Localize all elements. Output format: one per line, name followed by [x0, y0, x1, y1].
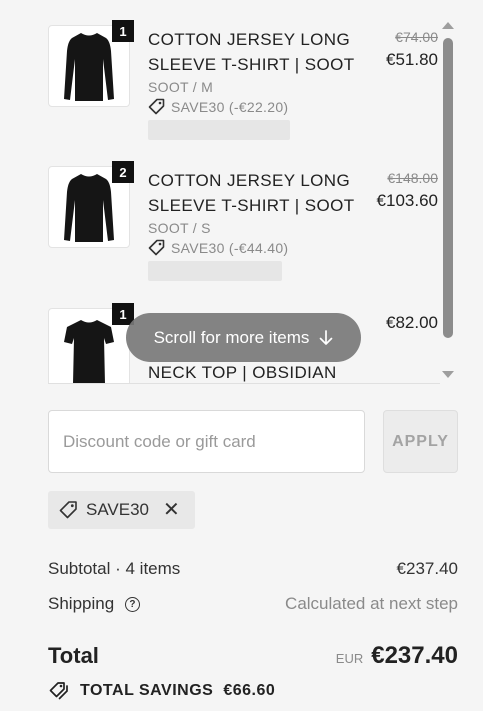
- item-discount-text: SAVE30 (-€22.20): [171, 98, 289, 115]
- shipping-label: Shipping: [48, 594, 115, 613]
- savings-label: TOTAL SAVINGS: [80, 682, 214, 699]
- item-title: COTTON JERSEY LONG SLEEVE T-SHIRT | SOOT: [148, 171, 355, 215]
- long-sleeve-shirt-icon: [64, 33, 114, 101]
- discount-code-input[interactable]: [48, 410, 365, 473]
- scrollbar[interactable]: [441, 22, 455, 378]
- currency-code: EUR: [335, 651, 364, 666]
- scroll-up-arrow-icon[interactable]: [442, 22, 454, 29]
- shipping-row: Shipping ? Calculated at next step: [48, 593, 458, 615]
- apply-button[interactable]: APPLY: [383, 410, 458, 473]
- item-title: NECK TOP | OBSIDIAN: [148, 363, 337, 382]
- long-sleeve-shirt-icon: [64, 174, 114, 242]
- shipping-value: Calculated at next step: [285, 594, 458, 613]
- item-price: €103.60: [376, 191, 438, 210]
- total-savings: TOTAL SAVINGS €66.60: [48, 681, 275, 701]
- item-variant: SOOT / S: [148, 220, 211, 236]
- item-discount: SAVE30 (-€44.40): [148, 239, 358, 256]
- quantity-badge: 2: [112, 161, 134, 183]
- item-price: €82.00: [386, 313, 438, 332]
- total-row: Total EUR €237.40: [48, 641, 458, 671]
- scrollbar-thumb[interactable]: [443, 38, 453, 338]
- item-title: COTTON JERSEY LONG SLEEVE T-SHIRT | SOOT: [148, 30, 355, 74]
- savings-value: €66.60: [223, 682, 276, 699]
- tag-icon: [148, 239, 165, 256]
- short-sleeve-top-icon: [64, 320, 114, 383]
- loading-placeholder: [148, 120, 290, 140]
- divider: [48, 383, 440, 384]
- scroll-down-arrow-icon[interactable]: [442, 371, 454, 378]
- original-price: €74.00: [395, 29, 438, 45]
- total-label: Total: [48, 643, 99, 668]
- applied-code-chip: SAVE30 ✕: [48, 491, 195, 529]
- item-price: €51.80: [386, 50, 438, 69]
- scroll-hint-label: Scroll for more items: [153, 327, 310, 347]
- total-value: €237.40: [371, 642, 458, 669]
- item-discount-text: SAVE30 (-€44.40): [171, 239, 289, 256]
- item-discount: SAVE30 (-€22.20): [148, 98, 358, 115]
- tags-icon: [49, 682, 68, 700]
- arrow-down-icon: [320, 329, 333, 345]
- tag-icon: [148, 98, 165, 115]
- tag-icon: [59, 501, 77, 519]
- scroll-hint-button[interactable]: Scroll for more items: [126, 313, 361, 362]
- subtotal-value: €237.40: [396, 559, 458, 578]
- help-icon[interactable]: ?: [124, 597, 140, 613]
- cart-item: 2 COTTON JERSEY LONG SLEEVE T-SHIRT | SO…: [48, 161, 438, 296]
- quantity-badge: 1: [112, 20, 134, 42]
- applied-code-label: SAVE30: [86, 500, 150, 519]
- cart-item: 1 COTTON JERSEY LONG SLEEVE T-SHIRT | SO…: [48, 20, 438, 155]
- remove-code-close-icon[interactable]: ✕: [163, 500, 180, 520]
- item-variant: SOOT / M: [148, 79, 214, 95]
- loading-placeholder: [148, 261, 282, 281]
- subtotal-row: Subtotal · 4 items €237.40: [48, 558, 458, 580]
- subtotal-label: Subtotal · 4 items: [48, 559, 181, 578]
- original-price: €148.00: [387, 170, 438, 186]
